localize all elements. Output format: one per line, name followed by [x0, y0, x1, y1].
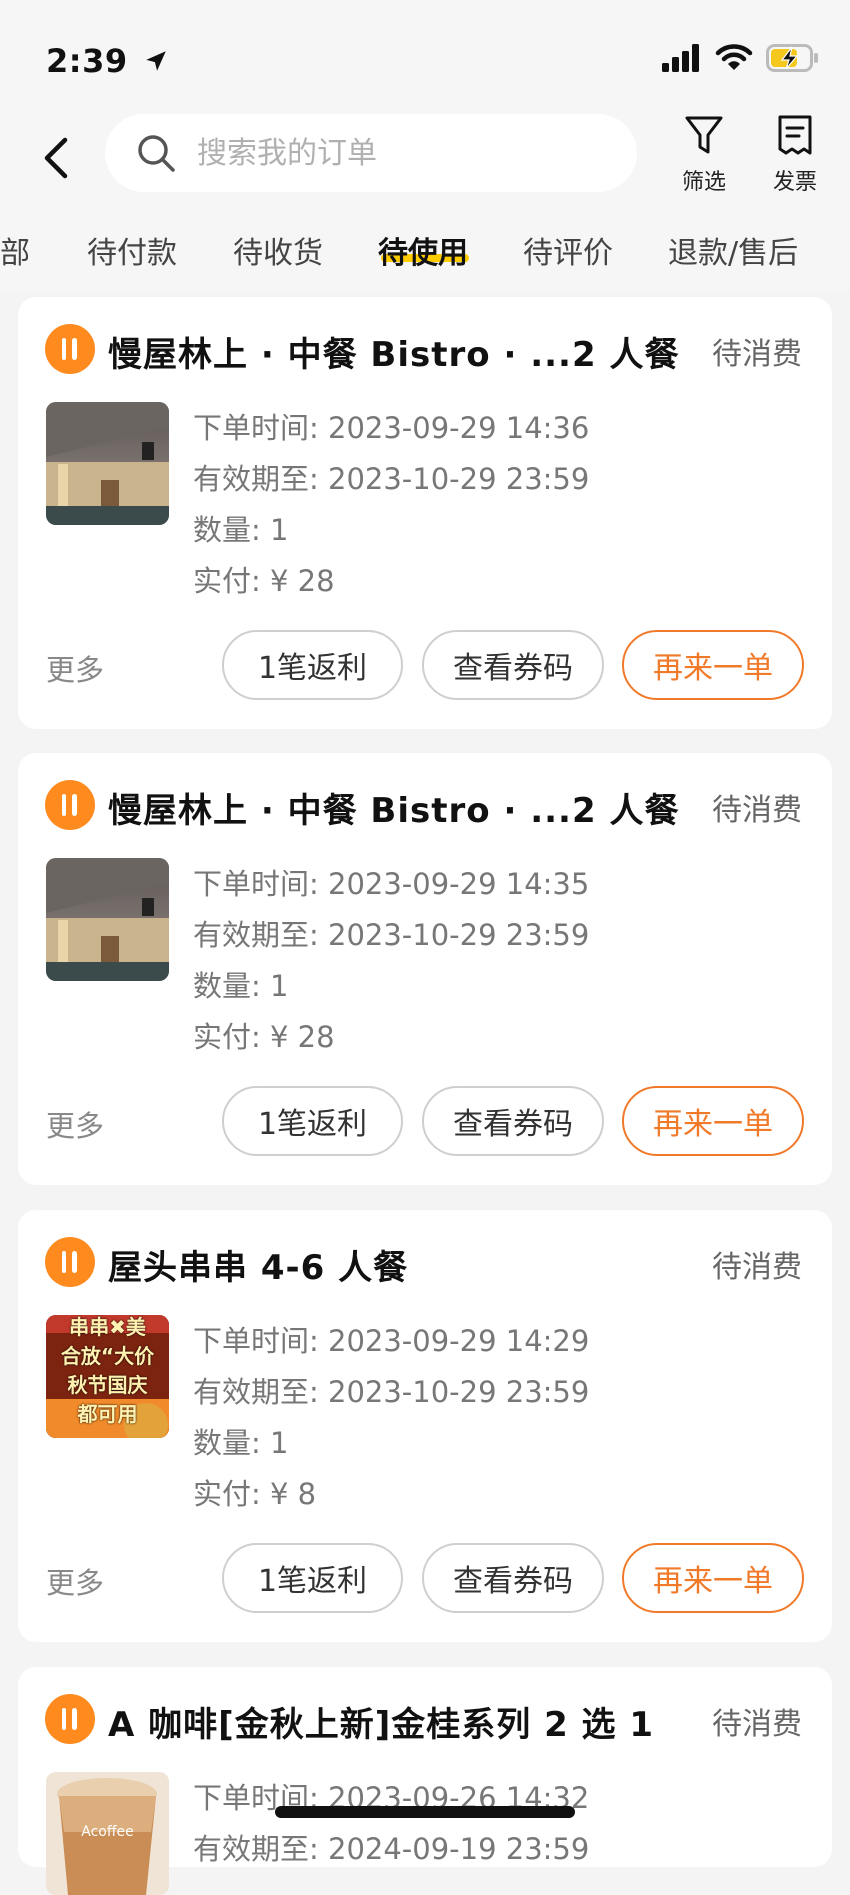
back-button[interactable] — [36, 130, 76, 186]
order-title: A 咖啡[金秋上新]金桂系列 2 选 1 — [108, 1705, 655, 1745]
status-time-text: 2:39 — [46, 42, 128, 80]
restaurant-icon — [45, 780, 95, 830]
back-arrow-icon — [44, 137, 68, 179]
filter-label: 筛选 — [681, 170, 726, 195]
search-icon — [138, 135, 175, 172]
invoice-button[interactable]: 发票 — [760, 114, 830, 196]
reorder-button[interactable]: 再来一单 — [622, 1543, 804, 1613]
view-code-button[interactable]: 查看券码 — [422, 1543, 604, 1613]
more-button[interactable]: 更多 — [46, 1103, 104, 1145]
tab-pending-payment[interactable]: 待付款 — [87, 228, 177, 272]
order-status: 待消费 — [712, 793, 802, 828]
invoice-icon — [778, 115, 812, 155]
fork-knife-icon — [62, 1708, 77, 1730]
order-info: 下单时间: 2023-09-26 14:32 有效期至: 2024-09-19 … — [193, 1773, 589, 1875]
promo-line: 秋节国庆 — [67, 1373, 148, 1397]
order-time: 下单时间: 2023-09-29 14:35 — [193, 867, 590, 901]
order-title: 屋头串串 4-6 人餐 — [108, 1248, 409, 1288]
order-title: 慢屋林上 · 中餐 Bistro · ...2 人餐 — [108, 335, 680, 375]
product-image — [46, 402, 169, 525]
fork-knife-icon — [62, 1251, 77, 1273]
rebate-button[interactable]: 1笔返利 — [222, 1543, 403, 1613]
order-card[interactable]: 屋头串串 4-6 人餐 待消费 串串✖美 合放“大价 秋节国庆 都可用 下单时间… — [18, 1210, 832, 1642]
view-code-button[interactable]: 查看券码 — [422, 1086, 604, 1156]
battery-charging-icon — [766, 44, 818, 72]
wifi-icon — [715, 44, 753, 70]
more-button[interactable]: 更多 — [46, 647, 104, 689]
order-info: 下单时间: 2023-09-29 14:29 有效期至: 2023-10-29 … — [193, 1316, 589, 1520]
order-info: 下单时间: 2023-09-29 14:35 有效期至: 2023-10-29 … — [193, 859, 589, 1063]
order-card[interactable]: 慢屋林上 · 中餐 Bistro · ...2 人餐 待消费 下单时间: 202… — [18, 753, 832, 1185]
filter-icon — [685, 116, 723, 154]
fork-knife-icon — [62, 338, 77, 360]
order-quantity: 数量: 1 — [193, 969, 289, 1003]
tab-refund-after-sales[interactable]: 退款/售后 — [668, 228, 798, 272]
tab-pending-use[interactable]: 待使用 — [378, 228, 468, 272]
paid-amount: 实付: ¥ 8 — [193, 1477, 317, 1511]
restaurant-icon — [45, 324, 95, 374]
view-code-button[interactable]: 查看券码 — [422, 630, 604, 700]
fork-knife-icon — [62, 794, 77, 816]
product-image: Acoffee — [46, 1772, 169, 1895]
status-time: 2:39 — [46, 42, 169, 80]
tab-all[interactable]: 全部 — [0, 228, 30, 272]
location-arrow-icon — [146, 51, 166, 71]
restaurant-icon — [45, 1237, 95, 1287]
product-image — [46, 858, 169, 981]
order-time: 下单时间: 2023-09-29 14:29 — [193, 1324, 590, 1358]
paid-amount: 实付: ¥ 28 — [193, 564, 335, 598]
restaurant-photo — [46, 858, 169, 981]
order-tabs: 全部 待付款 待收货 待使用 待评价 退款/售后 — [0, 220, 850, 292]
order-time: 下单时间: 2023-09-29 14:36 — [193, 411, 590, 445]
filter-button[interactable]: 筛选 — [669, 114, 739, 196]
cup-brand-text: Acoffee — [81, 1824, 134, 1840]
reorder-button[interactable]: 再来一单 — [622, 1086, 804, 1156]
promo-line: 串串✖美 — [69, 1315, 146, 1339]
status-icons — [661, 44, 820, 80]
order-quantity: 数量: 1 — [193, 513, 289, 547]
restaurant-photo — [46, 402, 169, 525]
order-card[interactable]: A 咖啡[金秋上新]金桂系列 2 选 1 待消费 Acoffee 下单时间: 2… — [18, 1667, 832, 1895]
product-image: 串串✖美 合放“大价 秋节国庆 都可用 — [46, 1315, 169, 1438]
rebate-button[interactable]: 1笔返利 — [222, 630, 403, 700]
valid-until: 有效期至: 2024-09-19 23:59 — [193, 1832, 590, 1866]
order-card[interactable]: 慢屋林上 · 中餐 Bistro · ...2 人餐 待消费 下单时间: 202… — [18, 297, 832, 729]
cellular-signal-icon — [661, 44, 699, 72]
order-quantity: 数量: 1 — [193, 1426, 289, 1460]
invoice-label: 发票 — [772, 170, 817, 195]
tab-pending-receipt[interactable]: 待收货 — [233, 228, 323, 272]
status-bar: 2:39 — [0, 0, 850, 110]
tab-pending-review[interactable]: 待评价 — [523, 228, 613, 272]
order-status: 待消费 — [712, 1707, 802, 1742]
home-indicator — [275, 1806, 575, 1818]
order-info: 下单时间: 2023-09-29 14:36 有效期至: 2023-10-29 … — [193, 403, 589, 607]
order-status: 待消费 — [712, 1250, 802, 1285]
more-button[interactable]: 更多 — [46, 1560, 104, 1602]
search-box[interactable] — [105, 114, 637, 192]
order-title: 慢屋林上 · 中餐 Bistro · ...2 人餐 — [108, 791, 680, 831]
valid-until: 有效期至: 2023-10-29 23:59 — [193, 918, 590, 952]
paid-amount: 实付: ¥ 28 — [193, 1020, 335, 1054]
search-input[interactable] — [195, 134, 599, 172]
rebate-button[interactable]: 1笔返利 — [222, 1086, 403, 1156]
promo-line: 都可用 — [77, 1402, 138, 1426]
reorder-button[interactable]: 再来一单 — [622, 630, 804, 700]
promo-line: 合放“大价 — [60, 1344, 155, 1368]
valid-until: 有效期至: 2023-10-29 23:59 — [193, 462, 590, 496]
header: 筛选 发票 — [0, 110, 850, 220]
restaurant-icon — [45, 1694, 95, 1744]
valid-until: 有效期至: 2023-10-29 23:59 — [193, 1375, 590, 1409]
order-status: 待消费 — [712, 337, 802, 372]
